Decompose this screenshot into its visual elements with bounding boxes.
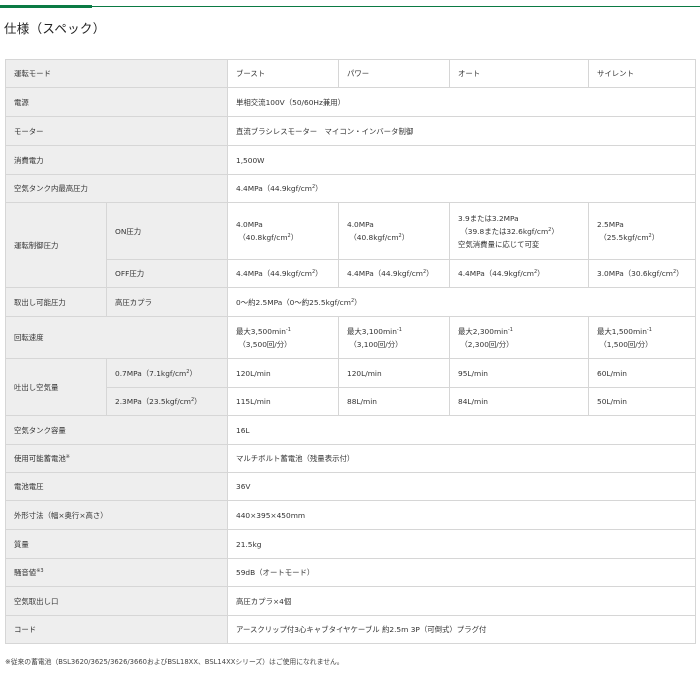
battery-voltage-value: 36V	[227, 472, 696, 501]
table-row: コード アースクリップ付3心キャブタイヤケーブル 約2.5m 3P（可倒式）プラ…	[5, 615, 696, 644]
page-title: 仕様（スペック）	[4, 21, 106, 36]
tank-label: 空気タンク容量	[5, 415, 228, 445]
mode-silent: サイレント	[588, 59, 696, 88]
battery-value: マルチボルト蓄電池（残量表示付）	[227, 444, 696, 473]
motor-label: モーター	[5, 116, 228, 146]
max-pressure-label: 空気タンク内最高圧力	[5, 174, 228, 203]
table-row: 取出し可能圧力 高圧カプラ 0～約2.5MPa（0～約25.5kgf/cm2）	[5, 287, 696, 317]
consumption-label: 消費電力	[5, 145, 228, 175]
take-off-sub-label: 高圧カプラ	[106, 287, 228, 317]
power-source-label: 電源	[5, 87, 228, 117]
control-pressure-label: 運転制御圧力	[5, 202, 107, 288]
table-row: 吐出し空気量 0.7MPa（7.1kgf/cm2） 120L/min 120L/…	[5, 358, 696, 416]
air-delivery-07-power: 120L/min	[338, 358, 450, 388]
table-row: 運転制御圧力 ON圧力 4.0MPa （40.8kgf/cm2） 4.0MPa …	[5, 202, 696, 288]
consumption-value: 1,500W	[227, 145, 696, 175]
footnote: ※従来の蓄電池（BSL3620/3625/3626/3660およびBSL18XX…	[5, 658, 344, 666]
on-pressure-power: 4.0MPa （40.8kgf/cm2）	[338, 202, 450, 260]
power-source-value: 単相交流100V（50/60Hz兼用）	[227, 87, 696, 117]
mode-header-label: 運転モード	[5, 59, 228, 88]
title-divider	[0, 6, 700, 7]
table-row: 2.3MPa（23.5kgf/cm2） 115L/min 88L/min 84L…	[6, 387, 696, 416]
table-row: 質量 21.5kg	[5, 529, 696, 559]
table-row: モーター 直流ブラシレスモーター マイコン・インバータ制御	[5, 116, 696, 146]
on-pressure-auto: 3.9または3.2MPa （39.8または32.6kgf/cm2） 空気消費量に応…	[449, 202, 589, 260]
on-pressure-label: ON圧力	[106, 202, 228, 260]
table-row: 騒音値※3 59dB（オートモード）	[5, 558, 696, 587]
air-delivery-23-auto: 84L/min	[449, 387, 589, 416]
air-delivery-07-silent: 60L/min	[588, 358, 696, 388]
rotation-label: 回転速度	[5, 316, 228, 359]
off-pressure-silent: 3.0MPa（30.6kgf/cm2）	[588, 259, 696, 288]
rotation-boost: 最大3,500min-1 （3,500回/分）	[227, 316, 339, 359]
mode-auto: オート	[449, 59, 589, 88]
table-row: 空気タンク容量 16L	[5, 415, 696, 445]
mode-power: パワー	[338, 59, 450, 88]
table-row: 使用可能蓄電池※ マルチボルト蓄電池（残量表示付）	[5, 444, 696, 473]
take-off-value: 0～約2.5MPa（0～約25.5kgf/cm2）	[227, 287, 696, 317]
tank-value: 16L	[227, 415, 696, 445]
rotation-silent: 最大1,500min-1 （1,500回/分）	[588, 316, 696, 359]
off-pressure-auto: 4.4MPa（44.9kgf/cm2）	[449, 259, 589, 288]
outlet-label: 空気取出し口	[5, 586, 228, 616]
mode-boost: ブースト	[227, 59, 339, 88]
title-accent-bar	[0, 5, 92, 8]
rotation-power: 最大3,100min-1 （3,100回/分）	[338, 316, 450, 359]
weight-value: 21.5kg	[227, 529, 696, 559]
off-pressure-power: 4.4MPa（44.9kgf/cm2）	[338, 259, 450, 288]
rotation-auto: 最大2,300min-1 （2,300回/分）	[449, 316, 589, 359]
air-delivery-label: 吐出し空気量	[5, 358, 107, 416]
table-row: 回転速度 最大3,500min-1 （3,500回/分） 最大3,100min-…	[5, 316, 696, 359]
off-pressure-boost: 4.4MPa（44.9kgf/cm2）	[227, 259, 339, 288]
table-row: 空気タンク内最高圧力 4.4MPa（44.9kgf/cm2）	[5, 174, 696, 203]
table-row: 空気取出し口 高圧カプラ×4個	[5, 586, 696, 616]
spec-table: 運転モード ブースト パワー オート サイレント 電源 単相交流100V（50/…	[5, 59, 696, 644]
air-delivery-23-boost: 115L/min	[227, 387, 339, 416]
table-row: OFF圧力 4.4MPa（44.9kgf/cm2） 4.4MPa（44.9kgf…	[6, 259, 696, 288]
dimensions-value: 440×395×450mm	[227, 500, 696, 530]
dimensions-label: 外形寸法（幅×奥行×高さ）	[5, 500, 228, 530]
noise-value: 59dB（オートモード）	[227, 558, 696, 587]
battery-label: 使用可能蓄電池※	[5, 444, 228, 473]
battery-voltage-label: 電池電圧	[5, 472, 228, 501]
on-pressure-boost: 4.0MPa （40.8kgf/cm2）	[227, 202, 339, 260]
noise-label: 騒音値※3	[5, 558, 228, 587]
table-row: 消費電力 1,500W	[5, 145, 696, 175]
cord-value: アースクリップ付3心キャブタイヤケーブル 約2.5m 3P（可倒式）プラグ付	[227, 615, 696, 644]
outlet-value: 高圧カプラ×4個	[227, 586, 696, 616]
weight-label: 質量	[5, 529, 228, 559]
off-pressure-label: OFF圧力	[106, 259, 228, 288]
table-row: 運転モード ブースト パワー オート サイレント	[5, 59, 696, 88]
table-row: 外形寸法（幅×奥行×高さ） 440×395×450mm	[5, 500, 696, 530]
air-delivery-07-auto: 95L/min	[449, 358, 589, 388]
table-row: 電源 単相交流100V（50/60Hz兼用）	[5, 87, 696, 117]
cord-label: コード	[5, 615, 228, 644]
table-row: 電池電圧 36V	[5, 472, 696, 501]
air-delivery-sub-23: 2.3MPa（23.5kgf/cm2）	[106, 387, 228, 416]
air-delivery-23-power: 88L/min	[338, 387, 450, 416]
take-off-label: 取出し可能圧力	[5, 287, 107, 317]
air-delivery-23-silent: 50L/min	[588, 387, 696, 416]
air-delivery-sub-07: 0.7MPa（7.1kgf/cm2）	[106, 358, 228, 388]
max-pressure-value: 4.4MPa（44.9kgf/cm2）	[227, 174, 696, 203]
air-delivery-07-boost: 120L/min	[227, 358, 339, 388]
on-pressure-silent: 2.5MPa （25.5kgf/cm2）	[588, 202, 696, 260]
motor-value: 直流ブラシレスモーター マイコン・インバータ制御	[227, 116, 696, 146]
